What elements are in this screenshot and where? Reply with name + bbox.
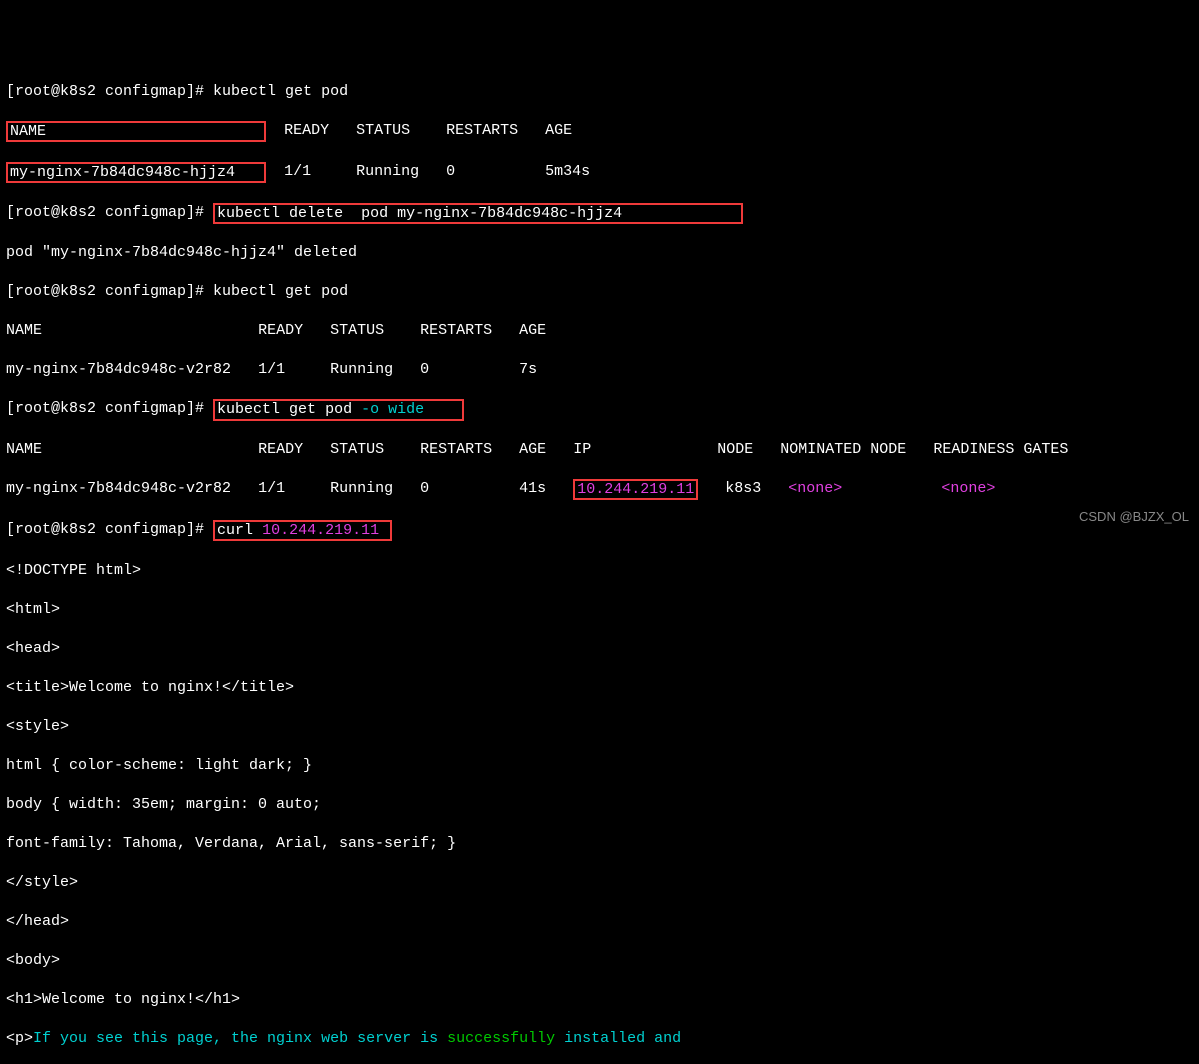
hl-box: kubectl get pod -o wide [213, 399, 464, 420]
row-ready: 1/1 [284, 163, 311, 180]
html-line: <title>Welcome to nginx!</title> [6, 678, 1193, 698]
hdr-restarts: RESTARTS [420, 322, 492, 339]
h-ready: READY [258, 441, 303, 458]
hdr-age: AGE [545, 122, 572, 139]
hdr-status: STATUS [356, 122, 410, 139]
html-line: </style> [6, 873, 1193, 893]
prompt-text: [root@k8s2 configmap]# [6, 83, 213, 100]
html-line: <!DOCTYPE html> [6, 561, 1193, 581]
hdr-restarts: RESTARTS [446, 122, 518, 139]
r-rdy: <none> [941, 480, 995, 497]
h-restarts: RESTARTS [420, 441, 492, 458]
hdr-ready: READY [258, 322, 303, 339]
row-status: Running [356, 163, 419, 180]
command-text: kubectl get pod [213, 283, 348, 300]
row-age: 7s [519, 361, 537, 378]
command-text: kubectl get pod [217, 401, 361, 418]
html-line: <html> [6, 600, 1193, 620]
row-line: my-nginx-7b84dc948c-v2r82 1/1 Running 0 … [6, 360, 1193, 380]
ip-arg: 10.244.219.11 [262, 522, 379, 539]
header-line: NAME READY STATUS RESTARTS AGE [6, 121, 1193, 142]
hl-box: NAME [6, 121, 266, 142]
output-text: pod "my-nginx-7b84dc948c-hjjz4" deleted [6, 244, 357, 261]
r-status: Running [330, 480, 393, 497]
row-ready: 1/1 [258, 361, 285, 378]
hl-box: my-nginx-7b84dc948c-hjjz4 [6, 162, 266, 183]
h-name: NAME [6, 441, 42, 458]
html-line: font-family: Tahoma, Verdana, Arial, san… [6, 834, 1193, 854]
prompt-line: [root@k8s2 configmap]# curl 10.244.219.1… [6, 520, 1193, 541]
row-line: my-nginx-7b84dc948c-hjjz4 1/1 Running 0 … [6, 162, 1193, 183]
prompt-line: [root@k8s2 configmap]# kubectl get pod -… [6, 399, 1193, 420]
hl-box: kubectl delete pod my-nginx-7b84dc948c-h… [213, 203, 743, 224]
output-line: pod "my-nginx-7b84dc948c-hjjz4" deleted [6, 243, 1193, 263]
p-tag: <p> [6, 1030, 33, 1047]
html-line: <body> [6, 951, 1193, 971]
html-line: <h1>Welcome to nginx!</h1> [6, 990, 1193, 1010]
h-age: AGE [519, 441, 546, 458]
h-ip: IP [573, 441, 591, 458]
hdr-name: NAME [6, 322, 42, 339]
prompt-line: [root@k8s2 configmap]# kubectl get pod [6, 282, 1193, 302]
r-ip: 10.244.219.11 [577, 481, 694, 498]
h-node: NODE [717, 441, 753, 458]
p-text: If you see this page, the nginx web serv… [33, 1030, 447, 1047]
html-line: <head> [6, 639, 1193, 659]
r-restarts: 0 [420, 480, 429, 497]
html-line: </head> [6, 912, 1193, 932]
hdr-ready: READY [284, 122, 329, 139]
header-line: NAME READY STATUS RESTARTS AGE [6, 321, 1193, 341]
row-status: Running [330, 361, 393, 378]
html-line: <p>If you see this page, the nginx web s… [6, 1029, 1193, 1049]
row-name: my-nginx-7b84dc948c-v2r82 [6, 361, 231, 378]
command-flag: -o wide [361, 401, 424, 418]
p-success: successfully [447, 1030, 555, 1047]
command-text: kubectl delete pod my-nginx-7b84dc948c-h… [217, 205, 622, 222]
r-nom: <none> [788, 480, 842, 497]
r-node: k8s3 [725, 480, 761, 497]
header-line: NAME READY STATUS RESTARTS AGE IP NODE N… [6, 440, 1193, 460]
hl-box: 10.244.219.11 [573, 479, 698, 500]
row-age: 5m34s [545, 163, 590, 180]
prompt-text: [root@k8s2 configmap]# [6, 283, 213, 300]
h-nom: NOMINATED NODE [780, 441, 906, 458]
html-line: <style> [6, 717, 1193, 737]
prompt-line: [root@k8s2 configmap]# kubectl get pod [6, 82, 1193, 102]
command-text: kubectl get pod [213, 83, 348, 100]
prompt-text: [root@k8s2 configmap]# [6, 521, 213, 538]
hl-box: curl 10.244.219.11 [213, 520, 392, 541]
prompt-text: [root@k8s2 configmap]# [6, 204, 213, 221]
r-age: 41s [519, 480, 546, 497]
command-text: curl [217, 522, 262, 539]
prompt-line: [root@k8s2 configmap]# kubectl delete po… [6, 203, 1193, 224]
prompt-text: [root@k8s2 configmap]# [6, 400, 213, 417]
h-status: STATUS [330, 441, 384, 458]
r-name: my-nginx-7b84dc948c-v2r82 [6, 480, 231, 497]
row-restarts: 0 [420, 361, 429, 378]
r-ready: 1/1 [258, 480, 285, 497]
html-line: body { width: 35em; margin: 0 auto; [6, 795, 1193, 815]
hdr-name: NAME [10, 123, 46, 140]
row-line: my-nginx-7b84dc948c-v2r82 1/1 Running 0 … [6, 479, 1193, 500]
watermark: CSDN @BJZX_OL [1079, 509, 1189, 526]
row-name: my-nginx-7b84dc948c-hjjz4 [10, 164, 235, 181]
p-text2: installed and [555, 1030, 681, 1047]
hdr-age: AGE [519, 322, 546, 339]
html-line: html { color-scheme: light dark; } [6, 756, 1193, 776]
row-restarts: 0 [446, 163, 455, 180]
h-rdy: READINESS GATES [933, 441, 1068, 458]
hdr-status: STATUS [330, 322, 384, 339]
